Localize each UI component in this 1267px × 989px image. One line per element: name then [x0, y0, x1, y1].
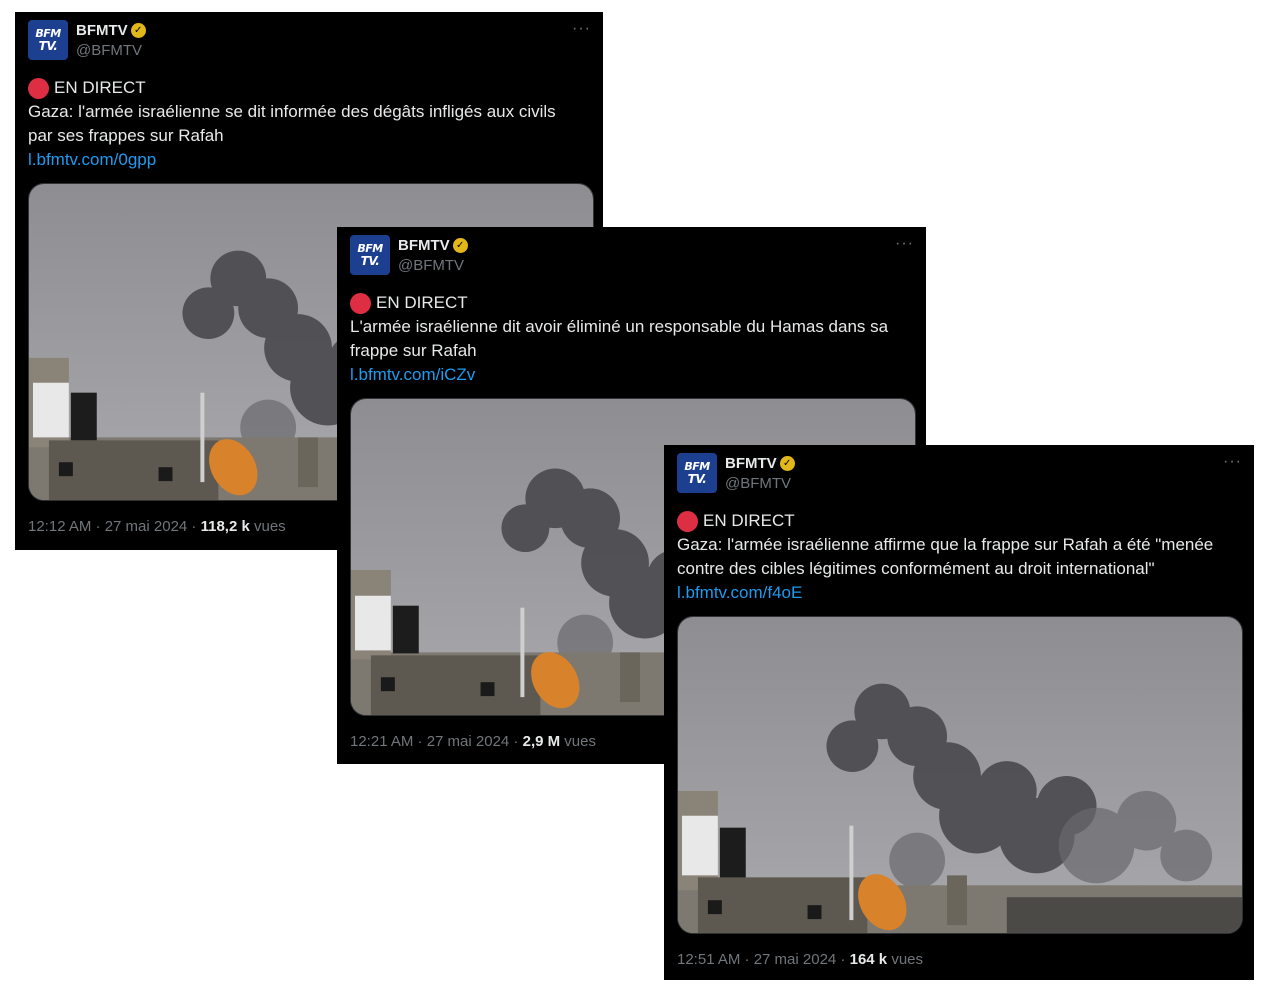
tweet-timestamp[interactable]: 12:21 AM · 27 mai 2024 · — [350, 733, 523, 750]
screenshot-collage: BFM TV. BFMTV ✓ @BFMTV ··· EN DIRECT Gaz… — [0, 0, 1267, 989]
tweet-meta: 12:12 AM · 27 mai 2024 · 118,2 k vues — [28, 518, 286, 535]
live-label: EN DIRECT — [376, 293, 468, 312]
author-name-row[interactable]: BFMTV ✓ — [76, 22, 146, 39]
red-circle-icon — [677, 510, 698, 532]
verified-badge-icon: ✓ — [130, 23, 146, 38]
more-options-icon[interactable]: ··· — [1223, 453, 1242, 471]
tweet-meta: 12:21 AM · 27 mai 2024 · 2,9 M vues — [350, 733, 596, 750]
live-row: EN DIRECT — [677, 509, 1234, 533]
views-count: 2,9 M — [522, 733, 561, 750]
tweet-headline: Gaza: l'armée israélienne affirme que la… — [677, 535, 1214, 578]
tweet-headline: L'armée israélienne dit avoir éliminé un… — [350, 317, 889, 360]
views-label: vues — [249, 518, 286, 535]
verified-badge-icon: ✓ — [452, 238, 468, 253]
tweet-text: EN DIRECT L'armée israélienne dit avoir … — [350, 291, 906, 387]
tweet-photo[interactable] — [677, 616, 1243, 934]
more-options-icon[interactable]: ··· — [572, 20, 591, 38]
bfmtv-avatar[interactable]: BFM TV. — [28, 20, 68, 60]
bfmtv-avatar[interactable]: BFM TV. — [350, 235, 390, 275]
account-name[interactable]: BFMTV — [398, 237, 450, 254]
bfmtv-avatar[interactable]: BFM TV. — [677, 453, 717, 493]
tweet-headline: Gaza: l'armée israélienne se dit informé… — [28, 102, 556, 145]
avatar-logo-line2: TV. — [38, 39, 58, 53]
tweet-link[interactable]: l.bfmtv.com/f4oE — [677, 581, 1234, 605]
account-handle[interactable]: @BFMTV — [398, 257, 464, 274]
tweet-text: EN DIRECT Gaza: l'armée israélienne se d… — [28, 76, 583, 172]
more-options-icon[interactable]: ··· — [895, 235, 914, 253]
avatar-logo-line2: TV. — [687, 472, 707, 486]
tweet-link[interactable]: l.bfmtv.com/iCZv — [350, 363, 906, 387]
red-circle-icon — [350, 292, 371, 314]
smoke-photo — [678, 617, 1242, 933]
account-name[interactable]: BFMTV — [725, 455, 777, 472]
live-label: EN DIRECT — [703, 511, 795, 530]
account-handle[interactable]: @BFMTV — [725, 475, 791, 492]
tweet-meta: 12:51 AM · 27 mai 2024 · 164 k vues — [677, 951, 923, 968]
verified-badge-icon: ✓ — [779, 456, 795, 471]
avatar-logo-line2: TV. — [360, 254, 380, 268]
live-label: EN DIRECT — [54, 78, 146, 97]
tweet-link[interactable]: l.bfmtv.com/0gpp — [28, 148, 583, 172]
account-name[interactable]: BFMTV — [76, 22, 128, 39]
views-label: vues — [560, 733, 596, 750]
red-circle-icon — [28, 77, 49, 99]
tweet-timestamp[interactable]: 12:51 AM · 27 mai 2024 · — [677, 951, 850, 968]
views-count: 164 k — [849, 951, 888, 968]
tweet-card-3[interactable]: BFM TV. BFMTV ✓ @BFMTV ··· EN DIRECT Gaz… — [664, 445, 1254, 980]
account-handle[interactable]: @BFMTV — [76, 42, 142, 59]
tweet-timestamp[interactable]: 12:12 AM · 27 mai 2024 · — [28, 518, 201, 535]
live-row: EN DIRECT — [350, 291, 906, 315]
author-name-row[interactable]: BFMTV ✓ — [725, 455, 795, 472]
tweet-text: EN DIRECT Gaza: l'armée israélienne affi… — [677, 509, 1234, 605]
views-label: vues — [887, 951, 924, 968]
views-count: 118,2 k — [200, 518, 250, 535]
live-row: EN DIRECT — [28, 76, 583, 100]
author-name-row[interactable]: BFMTV ✓ — [398, 237, 468, 254]
